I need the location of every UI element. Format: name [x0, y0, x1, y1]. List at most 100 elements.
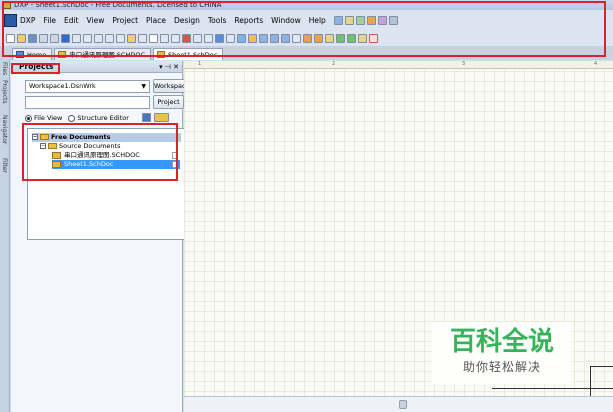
- net-label-icon[interactable]: [377, 15, 387, 25]
- document-status-icon: [172, 161, 177, 168]
- title-bar: DXP - Sheet1.SchDoc - Free Documents. Li…: [0, 0, 613, 10]
- grid-icon[interactable]: [388, 15, 398, 25]
- folder-icon: [40, 134, 49, 140]
- menu-project[interactable]: Project: [112, 16, 138, 25]
- place-ground-icon[interactable]: [303, 33, 312, 43]
- no-erc-icon[interactable]: [369, 33, 378, 43]
- print-icon[interactable]: [39, 33, 48, 43]
- side-panel-tabs: Files Projects Navigator Filter: [0, 60, 10, 412]
- projects-panel-header: Projects ▾ ⊣ ✕: [11, 61, 182, 73]
- tree-item-serial-schematic-label: 串口通讯原理图.SCHDOC: [64, 151, 140, 159]
- copy-icon[interactable]: [116, 33, 125, 43]
- menu-view[interactable]: View: [87, 16, 105, 25]
- menu-tools[interactable]: Tools: [208, 16, 226, 25]
- menu-design[interactable]: Design: [174, 16, 200, 25]
- scrollbar-thumb[interactable]: [399, 400, 407, 409]
- redo-icon[interactable]: [204, 33, 213, 43]
- move-icon[interactable]: [160, 33, 169, 43]
- help-icon[interactable]: [248, 33, 257, 43]
- place-part-icon[interactable]: [325, 33, 334, 43]
- tab-home-label: Home: [27, 51, 47, 59]
- menu-place[interactable]: Place: [146, 16, 166, 25]
- zoom-fit-icon[interactable]: [72, 33, 81, 43]
- home-icon: [16, 51, 24, 58]
- project-options-icon[interactable]: [154, 113, 169, 122]
- tree-item-source-documents[interactable]: − Source Documents: [40, 142, 120, 151]
- side-tab-navigator[interactable]: Navigator: [1, 115, 8, 144]
- tree-item-sheet1[interactable]: Sheet1.SchDoc: [52, 160, 180, 169]
- cut-icon[interactable]: [105, 33, 114, 43]
- side-tab-filter[interactable]: Filter: [1, 158, 8, 173]
- horizontal-scrollbar[interactable]: [184, 396, 613, 412]
- project-input[interactable]: [25, 96, 150, 109]
- collapse-icon[interactable]: −: [40, 143, 46, 149]
- place-wire-icon[interactable]: [259, 33, 268, 43]
- ruler-tick: 1: [198, 61, 202, 67]
- menu-dxp[interactable]: DXP: [20, 16, 35, 25]
- paste-icon[interactable]: [127, 33, 136, 43]
- schematic-doc-icon: [156, 51, 165, 58]
- menu-window[interactable]: Window: [271, 16, 301, 25]
- open-folder-icon[interactable]: [17, 33, 26, 43]
- view-mode-radios: File View Structure Editor: [25, 113, 129, 123]
- project-button[interactable]: Project: [153, 95, 184, 109]
- place-bus-icon[interactable]: [270, 33, 279, 43]
- print-preview-icon[interactable]: [50, 33, 59, 43]
- schematic-doc-icon: [58, 51, 67, 58]
- tree-item-free-documents[interactable]: − Free Documents: [32, 133, 181, 142]
- workspace-select[interactable]: Workspace1.DsnWrk ▼: [25, 80, 150, 93]
- tab-serial-schematic-label: 串口通讯原理图.SCHDOC: [69, 51, 145, 59]
- refresh-icon[interactable]: [142, 113, 151, 122]
- menu-reports[interactable]: Reports: [234, 16, 263, 25]
- app-icon: [3, 1, 11, 9]
- file-view-radio[interactable]: [25, 114, 32, 122]
- ruler-tick: 4: [594, 61, 598, 67]
- menu-help[interactable]: Help: [309, 16, 326, 25]
- tab-serial-schematic[interactable]: 串口通讯原理图.SCHDOC: [54, 48, 151, 60]
- ground-icon[interactable]: [355, 15, 365, 25]
- save-icon[interactable]: [28, 33, 37, 43]
- menu-edit[interactable]: Edit: [64, 16, 79, 25]
- zoom-selected-icon[interactable]: [94, 33, 103, 43]
- sheet-entry-icon[interactable]: [347, 33, 356, 43]
- browse-library-icon[interactable]: [237, 33, 246, 43]
- wiring-icon[interactable]: [333, 15, 343, 25]
- structure-editor-radio[interactable]: [68, 114, 76, 122]
- workspace-select-value: Workspace1.DsnWrk: [29, 82, 96, 90]
- watermark-title: 百科全说: [449, 327, 554, 357]
- new-document-icon[interactable]: [6, 33, 15, 43]
- watermark-subtitle: 助你轻松解决: [462, 360, 541, 374]
- folder-icon: [48, 143, 57, 149]
- side-tab-files[interactable]: Files: [1, 62, 8, 75]
- devices-icon[interactable]: [61, 33, 70, 43]
- bus-entry-icon[interactable]: [281, 33, 290, 43]
- tab-sheet1[interactable]: Sheet1.SchDoc: [152, 48, 224, 60]
- collapse-icon[interactable]: −: [32, 134, 38, 140]
- place-net-label-icon[interactable]: [292, 33, 301, 43]
- side-tab-projects[interactable]: Projects: [1, 80, 8, 104]
- tree-item-serial-schematic[interactable]: 串口通讯原理图.SCHDOC: [52, 151, 180, 160]
- bus-icon[interactable]: [344, 15, 354, 25]
- project-tree: − Free Documents − Source Documents 串口通讯原理…: [27, 128, 186, 240]
- app-window: DXP - Sheet1.SchDoc - Free Documents. Li…: [0, 0, 613, 412]
- select-area-icon[interactable]: [149, 33, 158, 43]
- tree-item-free-documents-label: Free Documents: [51, 133, 111, 141]
- rubber-stamp-icon[interactable]: [138, 33, 147, 43]
- edit-pin-icon[interactable]: [226, 33, 235, 43]
- sheet-symbol-icon[interactable]: [336, 33, 345, 43]
- power-port-icon[interactable]: [366, 15, 376, 25]
- schematic-doc-icon: [52, 151, 61, 159]
- title-block-line: [590, 366, 613, 367]
- tab-home[interactable]: Home: [12, 48, 53, 60]
- clear-filter-icon[interactable]: [182, 33, 191, 43]
- port-icon[interactable]: [358, 33, 367, 43]
- undo-icon[interactable]: [193, 33, 202, 43]
- zoom-area-icon[interactable]: [83, 33, 92, 43]
- menu-bar: DXP File Edit View Project Place Design …: [0, 10, 613, 30]
- menu-file[interactable]: File: [43, 16, 56, 25]
- place-vcc-icon[interactable]: [314, 33, 323, 43]
- hierarchy-icon[interactable]: [215, 33, 224, 43]
- panel-window-controls[interactable]: ▾ ⊣ ✕: [159, 62, 179, 72]
- dxp-logo-icon[interactable]: [4, 13, 17, 27]
- cross-probe-icon[interactable]: [171, 33, 180, 43]
